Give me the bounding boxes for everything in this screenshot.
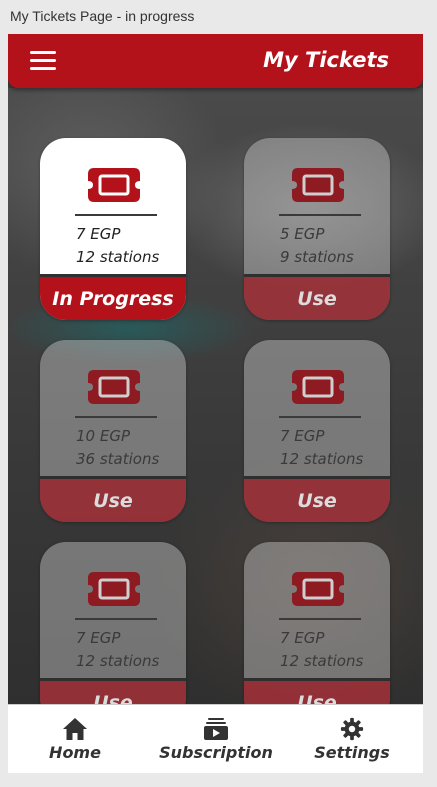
ticket-stations: 12 stations xyxy=(76,652,160,670)
ticket-price: 7 EGP xyxy=(76,225,121,243)
ticket-stations: 12 stations xyxy=(280,450,364,468)
use-button[interactable]: Use xyxy=(244,274,390,320)
ticket-icon xyxy=(88,370,140,404)
ticket-icon xyxy=(292,572,344,606)
app-window: My Tickets 7 EGP 12 stations In Progress… xyxy=(8,34,423,773)
nav-home-label: Home xyxy=(49,743,101,762)
ticket-price: 7 EGP xyxy=(280,629,325,647)
use-button[interactable]: Use xyxy=(244,476,390,522)
bottom-nav: Home Subscription Settings xyxy=(8,704,423,773)
nav-settings-label: Settings xyxy=(314,743,390,762)
ticket-price: 10 EGP xyxy=(76,427,131,445)
window-title: My Tickets Page - in progress xyxy=(10,8,195,24)
card-divider xyxy=(75,618,157,620)
ticket-price: 7 EGP xyxy=(76,629,121,647)
ticket-card[interactable]: 7 EGP 12 stations In Progress xyxy=(40,138,186,320)
home-icon xyxy=(63,718,87,740)
ticket-stations: 12 stations xyxy=(76,248,160,266)
nav-subscription[interactable]: Subscription xyxy=(150,705,282,773)
ticket-stations: 36 stations xyxy=(76,450,160,468)
ticket-icon xyxy=(88,572,140,606)
ticket-price: 5 EGP xyxy=(280,225,325,243)
card-divider xyxy=(279,618,361,620)
card-divider xyxy=(279,214,361,216)
window-titlebar: My Tickets Page - in progress xyxy=(0,0,437,34)
ticket-card[interactable]: 5 EGP 9 stations Use xyxy=(244,138,390,320)
use-button[interactable]: Use xyxy=(40,476,186,522)
ticket-icon xyxy=(292,370,344,404)
nav-subscription-label: Subscription xyxy=(159,743,273,762)
in-progress-button[interactable]: In Progress xyxy=(40,274,186,320)
card-divider xyxy=(279,416,361,418)
ticket-card[interactable]: 7 EGP 12 stations Use xyxy=(244,542,390,724)
card-divider xyxy=(75,416,157,418)
nav-settings[interactable]: Settings xyxy=(306,705,398,773)
hamburger-menu-icon[interactable] xyxy=(30,49,58,73)
ticket-card[interactable]: 10 EGP 36 stations Use xyxy=(40,340,186,522)
app-header: My Tickets xyxy=(8,34,423,88)
page-title: My Tickets xyxy=(263,48,389,72)
nav-home[interactable]: Home xyxy=(28,705,122,773)
ticket-card[interactable]: 7 EGP 12 stations Use xyxy=(40,542,186,724)
ticket-icon xyxy=(292,168,344,202)
ticket-icon xyxy=(88,168,140,202)
ticket-stations: 9 stations xyxy=(280,248,354,266)
ticket-stations: 12 stations xyxy=(280,652,364,670)
card-divider xyxy=(75,214,157,216)
subscription-icon xyxy=(204,718,228,740)
gear-icon xyxy=(340,717,364,741)
ticket-price: 7 EGP xyxy=(280,427,325,445)
ticket-card[interactable]: 7 EGP 12 stations Use xyxy=(244,340,390,522)
